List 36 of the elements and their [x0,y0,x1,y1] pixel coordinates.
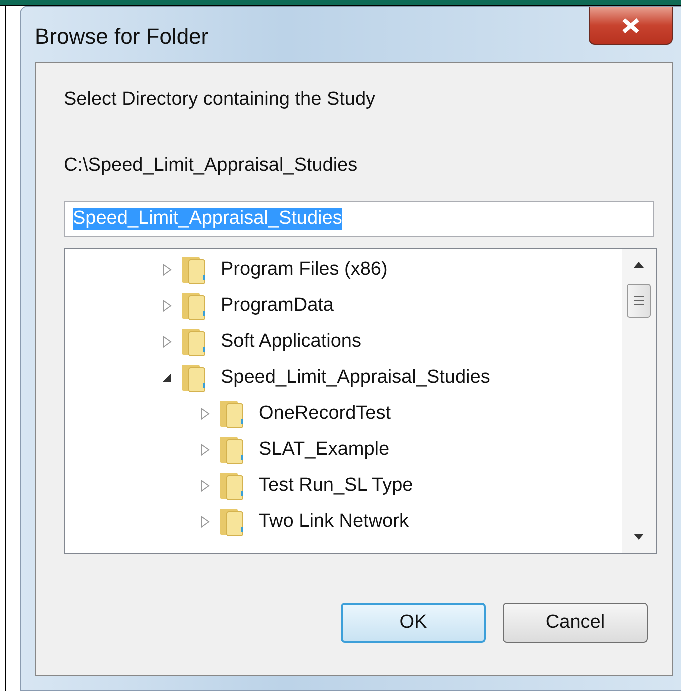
folder-icon [219,507,245,537]
expand-arrow-icon[interactable] [199,516,211,528]
dialog-button[interactable]: OK [341,603,486,643]
folder-name[interactable]: Program Files (x86) [221,259,388,281]
close-icon [621,18,641,34]
instruction-text: Select Directory containing the Study [64,89,377,111]
scroll-down-icon[interactable] [633,533,645,541]
close-button[interactable] [589,7,673,45]
folder-icon [219,435,245,465]
folder-name[interactable]: Two Link Network [259,511,409,533]
folder-name[interactable]: Soft Applications [221,331,362,353]
expand-arrow-icon[interactable] [161,300,173,312]
folder-name[interactable]: Speed_Limit_Appraisal_Studies [221,367,490,389]
folder-name[interactable]: SLAT_Example [259,439,390,461]
folder-icon [181,255,207,285]
expand-arrow-icon[interactable] [199,444,211,456]
folder-icon [219,471,245,501]
expand-arrow-icon[interactable] [161,336,173,348]
vertical-scrollbar[interactable] [622,249,656,553]
folder-name[interactable]: ProgramData [221,295,334,317]
folder-icon [219,399,245,429]
current-path: C:\Speed_Limit_Appraisal_Studies [64,155,359,177]
folder-icon [181,327,207,357]
scrollbar-thumb[interactable] [627,284,651,318]
grip-icon [633,296,645,306]
expand-arrow-icon[interactable] [199,408,211,420]
scroll-up-icon[interactable] [633,261,645,269]
dialog-button[interactable]: Cancel [503,603,648,643]
collapse-arrow-icon[interactable] [161,372,173,384]
expand-arrow-icon[interactable] [199,480,211,492]
folder-name[interactable]: OneRecordTest [259,403,392,425]
window-title: Browse for Folder [35,24,209,50]
folder-name[interactable]: Test Run_SL Type [259,475,414,497]
expand-arrow-icon[interactable] [161,264,173,276]
folder-icon [181,291,207,321]
folder-icon [181,363,207,393]
